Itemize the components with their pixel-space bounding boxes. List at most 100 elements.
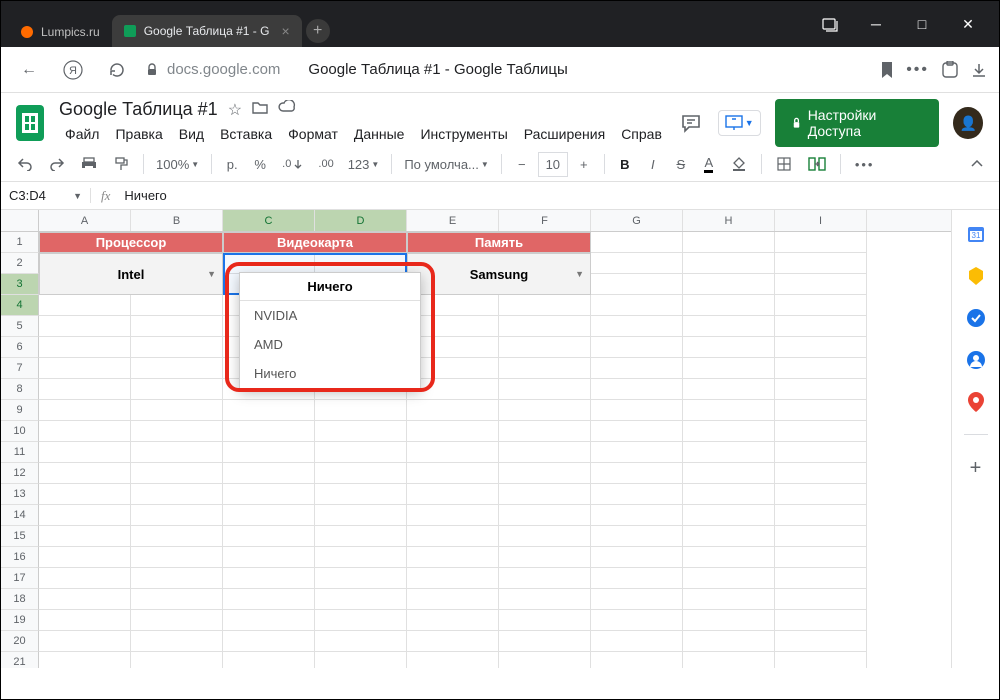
number-format-dropdown[interactable]: 123 ▼ [344, 153, 384, 176]
row-header[interactable]: 2 [1, 253, 39, 274]
select-all-corner[interactable] [1, 210, 39, 231]
menu-view[interactable]: Вид [173, 124, 210, 144]
close-icon[interactable]: × [281, 23, 289, 39]
menu-tools[interactable]: Инструменты [414, 124, 513, 144]
row-header[interactable]: 16 [1, 547, 39, 568]
reading-mode-icon[interactable] [807, 1, 853, 47]
minimize-button[interactable]: ─ [853, 1, 899, 47]
formula-value[interactable]: Ничего [120, 188, 170, 203]
menu-help[interactable]: Справ [615, 124, 668, 144]
col-header[interactable]: G [591, 210, 683, 231]
row-header[interactable]: 4 [1, 295, 39, 316]
dropdown-arrow-icon[interactable]: ▼ [575, 269, 584, 279]
menu-file[interactable]: Файл [59, 124, 105, 144]
tasks-icon[interactable] [966, 308, 986, 328]
dropdown-arrow-icon[interactable]: ▼ [207, 269, 216, 279]
menu-edit[interactable]: Правка [109, 124, 168, 144]
col-header[interactable]: F [499, 210, 591, 231]
zoom-dropdown[interactable]: 100% ▼ [152, 153, 203, 176]
row-header[interactable]: 17 [1, 568, 39, 589]
row-header[interactable]: 12 [1, 463, 39, 484]
extensions-icon[interactable] [941, 61, 959, 79]
percent-button[interactable]: % [248, 153, 272, 176]
col-header[interactable]: D [315, 210, 407, 231]
undo-button[interactable] [11, 153, 39, 175]
more-tools-button[interactable]: ••• [849, 153, 881, 176]
maximize-button[interactable]: □ [899, 1, 945, 47]
row-header[interactable]: 8 [1, 379, 39, 400]
back-button[interactable]: ← [13, 54, 45, 86]
font-size-up[interactable]: + [572, 153, 596, 176]
keep-icon[interactable] [967, 266, 985, 286]
italic-button[interactable]: I [641, 153, 665, 176]
cloud-icon[interactable] [278, 100, 296, 120]
yandex-button[interactable]: Я [57, 54, 89, 86]
font-size-down[interactable]: − [510, 153, 534, 176]
menu-insert[interactable]: Вставка [214, 124, 278, 144]
present-button[interactable]: ▼ [718, 110, 761, 136]
close-button[interactable]: ✕ [945, 1, 991, 47]
dropdown-option[interactable]: AMD [240, 330, 420, 359]
row-header[interactable]: 14 [1, 505, 39, 526]
bold-button[interactable]: B [613, 153, 637, 176]
row-header[interactable]: 1 [1, 232, 39, 253]
menu-format[interactable]: Формат [282, 124, 344, 144]
font-dropdown[interactable]: По умолча... ▼ [400, 153, 492, 176]
menu-extensions[interactable]: Расширения [518, 124, 611, 144]
cell-reference-input[interactable]: C3:D4▼ [1, 188, 91, 203]
currency-button[interactable]: р. [220, 153, 244, 176]
user-avatar[interactable]: 👤 [953, 107, 983, 139]
sheets-logo[interactable] [11, 99, 49, 147]
col-header[interactable]: A [39, 210, 131, 231]
row-header[interactable]: 3 [1, 274, 39, 295]
calendar-icon[interactable]: 31 [966, 224, 986, 244]
col-header[interactable]: H [683, 210, 775, 231]
browser-tab-lumpics[interactable]: Lumpics.ru [9, 17, 112, 47]
bookmark-icon[interactable] [880, 62, 894, 78]
cell-cpu[interactable]: Intel▼ [39, 253, 223, 295]
cells-area[interactable]: Процессор Видеокарта Память Intel▼ Samsu… [39, 232, 867, 668]
paint-format-button[interactable] [107, 152, 135, 176]
row-header[interactable]: 7 [1, 358, 39, 379]
row-header[interactable]: 20 [1, 631, 39, 652]
row-header[interactable]: 10 [1, 421, 39, 442]
menu-data[interactable]: Данные [348, 124, 411, 144]
doc-title[interactable]: Google Таблица #1 [59, 99, 218, 120]
col-header[interactable]: I [775, 210, 867, 231]
redo-button[interactable] [43, 153, 71, 175]
more-icon[interactable]: ••• [906, 61, 929, 79]
row-header[interactable]: 13 [1, 484, 39, 505]
row-header[interactable]: 15 [1, 526, 39, 547]
reload-button[interactable] [101, 54, 133, 86]
print-button[interactable] [75, 152, 103, 176]
move-icon[interactable] [252, 100, 268, 120]
col-header[interactable]: B [131, 210, 223, 231]
row-header[interactable]: 21 [1, 652, 39, 668]
strike-button[interactable]: S [669, 153, 693, 176]
contacts-icon[interactable] [966, 350, 986, 370]
dec-decrease-button[interactable]: .0 [276, 154, 308, 174]
col-header[interactable]: C [223, 210, 315, 231]
row-header[interactable]: 9 [1, 400, 39, 421]
col-header[interactable]: E [407, 210, 499, 231]
row-header[interactable]: 5 [1, 316, 39, 337]
borders-button[interactable] [770, 152, 798, 176]
merge-button[interactable] [802, 152, 832, 176]
comments-button[interactable] [678, 109, 704, 137]
dec-increase-button[interactable]: .00 [312, 154, 339, 174]
text-color-button[interactable]: A [697, 151, 721, 177]
row-header[interactable]: 19 [1, 610, 39, 631]
fill-color-button[interactable] [725, 152, 753, 176]
share-button[interactable]: Настройки Доступа [775, 99, 940, 147]
dropdown-option[interactable]: NVIDIA [240, 301, 420, 330]
address-box[interactable]: docs.google.com Google Таблица #1 - Goog… [145, 61, 868, 78]
row-header[interactable]: 18 [1, 589, 39, 610]
row-header[interactable]: 6 [1, 337, 39, 358]
add-addon-button[interactable]: + [970, 457, 982, 480]
dropdown-option[interactable]: Ничего [240, 359, 420, 388]
cell-mem[interactable]: Samsung▼ [407, 253, 591, 295]
collapse-toolbar-button[interactable] [965, 156, 989, 172]
star-icon[interactable]: ☆ [228, 100, 242, 120]
row-header[interactable]: 11 [1, 442, 39, 463]
browser-tab-sheets[interactable]: Google Таблица #1 - G × [112, 15, 302, 47]
